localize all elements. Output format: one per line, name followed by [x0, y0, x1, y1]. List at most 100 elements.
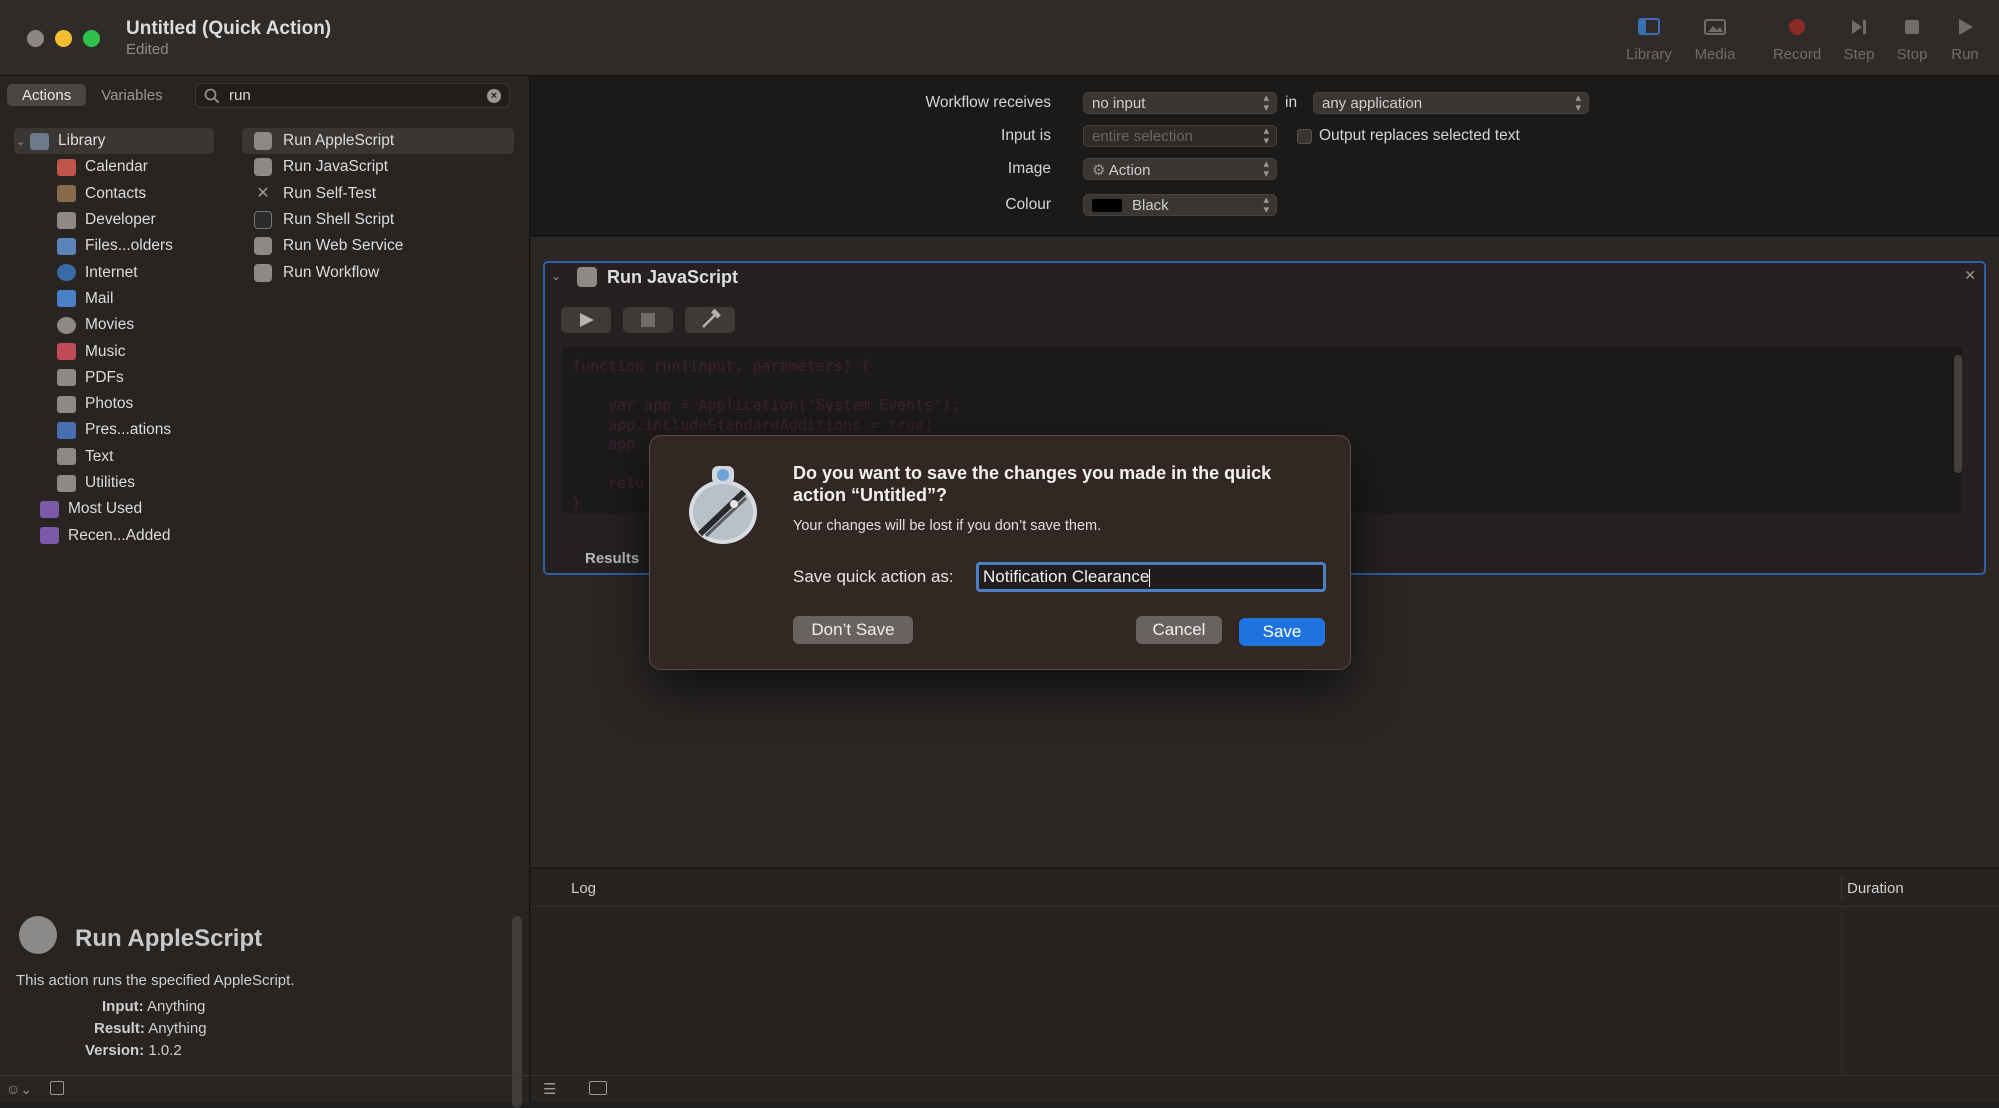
- folder-icon: [40, 500, 59, 518]
- compile-script-button[interactable]: [685, 307, 735, 333]
- minimize-window-button[interactable]: [55, 30, 72, 47]
- chevron-updown-icon: ▴ ▾: [1263, 125, 1269, 147]
- sidebar-item-contacts[interactable]: Contacts: [14, 181, 214, 207]
- dont-save-button[interactable]: Don’t Save: [793, 616, 913, 644]
- sidebar-item-internet[interactable]: Internet: [14, 259, 214, 285]
- info-result-row: Result: Anything: [94, 1020, 207, 1037]
- action-run-web-service[interactable]: Run Web Service: [242, 233, 514, 259]
- save-changes-dialog: Do you want to save the changes you made…: [649, 435, 1351, 670]
- left-bottom-bar: ☺⌄: [0, 1075, 530, 1102]
- chevron-down-icon[interactable]: ⌄: [551, 269, 561, 283]
- sidebar-item-most-used[interactable]: Most Used: [14, 496, 214, 522]
- action-list: Run AppleScript Run JavaScript ✕ Run Self…: [242, 128, 514, 286]
- results-disclosure[interactable]: Results: [585, 550, 639, 567]
- zoom-window-button[interactable]: [83, 30, 100, 47]
- action-title: Run JavaScript: [607, 267, 739, 287]
- close-icon[interactable]: ✕: [1964, 267, 1976, 284]
- info-version-row: Version: 1.0.2: [85, 1042, 182, 1059]
- action-run-workflow[interactable]: Run Workflow: [242, 259, 514, 285]
- stop-icon: [1891, 16, 1933, 40]
- chevron-down-icon[interactable]: ⌄: [16, 135, 30, 148]
- action-run-self-test[interactable]: ✕ Run Self-Test: [242, 181, 514, 207]
- quick-action-name-field[interactable]: Notification Clearance: [976, 562, 1326, 592]
- action-run-shell-script[interactable]: Run Shell Script: [242, 207, 514, 233]
- tab-actions[interactable]: Actions: [7, 84, 87, 106]
- colour-popup[interactable]: Black ▴ ▾: [1083, 194, 1277, 216]
- folder-icon: [40, 527, 59, 545]
- globe-icon: [57, 264, 76, 282]
- tab-variables[interactable]: Variables: [86, 84, 177, 106]
- output-replaces-checkbox[interactable]: [1297, 129, 1312, 144]
- colour-label: Colour: [1005, 196, 1051, 213]
- duration-column-header[interactable]: Duration: [1847, 880, 1904, 897]
- list-view-icon[interactable]: ☰: [543, 1080, 556, 1098]
- step-toolbar-button[interactable]: Step: [1838, 16, 1880, 63]
- chevron-updown-icon: ▴ ▾: [1263, 158, 1269, 180]
- script-icon: [577, 267, 597, 287]
- log-panel: Log Duration: [531, 868, 1999, 1076]
- search-icon: [204, 88, 220, 109]
- log-column-header[interactable]: Log: [571, 880, 596, 897]
- sidebar-item-calendar[interactable]: Calendar: [14, 154, 214, 180]
- photos-icon: [57, 395, 76, 413]
- cancel-button[interactable]: Cancel: [1136, 616, 1222, 644]
- dialog-message: Your changes will be lost if you don’t s…: [793, 518, 1102, 534]
- split-view-icon[interactable]: [589, 1081, 607, 1095]
- description-toggle-icon[interactable]: [50, 1081, 64, 1095]
- clear-search-icon[interactable]: ×: [487, 89, 501, 103]
- chevron-updown-icon: ▴ ▾: [1575, 92, 1581, 114]
- play-icon: [580, 313, 594, 327]
- library-pane: Actions Variables run × ⌄ Library Calend…: [0, 76, 530, 1108]
- mail-icon: [57, 290, 76, 308]
- application-popup[interactable]: any application ▴ ▾: [1313, 92, 1589, 114]
- media-toolbar-button[interactable]: Media: [1690, 16, 1740, 63]
- sidebar-item-pdfs[interactable]: PDFs: [14, 365, 214, 391]
- utilities-icon: [57, 474, 76, 492]
- developer-icon: [57, 211, 76, 229]
- run-script-button[interactable]: [561, 307, 611, 333]
- column-divider: [1841, 907, 1842, 1076]
- presentation-icon: [57, 421, 76, 439]
- run-toolbar-button[interactable]: Run: [1946, 16, 1984, 63]
- output-replaces-label: Output replaces selected text: [1319, 127, 1520, 144]
- save-button[interactable]: Save: [1239, 618, 1325, 646]
- info-description: This action runs the specified AppleScri…: [16, 972, 295, 989]
- sidebar-item-developer[interactable]: Developer: [14, 207, 214, 233]
- script-icon: [254, 158, 272, 177]
- library-toolbar-button[interactable]: Library: [1622, 16, 1676, 63]
- action-run-javascript[interactable]: Run JavaScript: [242, 154, 514, 180]
- sidebar-item-mail[interactable]: Mail: [14, 286, 214, 312]
- record-icon: [1768, 16, 1826, 40]
- sidebar-item-utilities[interactable]: Utilities: [14, 470, 214, 496]
- action-menu-icon[interactable]: ☺⌄: [6, 1081, 32, 1098]
- column-divider: [1841, 877, 1842, 899]
- action-run-applescript[interactable]: Run AppleScript: [242, 128, 514, 155]
- sidebar-item-text[interactable]: Text: [14, 444, 214, 470]
- script-icon: [254, 237, 272, 256]
- sidebar-item-recently-added[interactable]: Recen...Added: [14, 522, 214, 548]
- image-popup[interactable]: ⚙ Action ▴ ▾: [1083, 158, 1277, 180]
- text-icon: [57, 448, 76, 466]
- close-window-button[interactable]: [27, 30, 44, 47]
- automator-robot-icon: [684, 464, 762, 546]
- record-toolbar-button[interactable]: Record: [1768, 16, 1826, 63]
- search-value: run: [229, 87, 251, 104]
- script-icon: [254, 132, 272, 151]
- sidebar-item-music[interactable]: Music: [14, 338, 214, 364]
- sidebar-item-movies[interactable]: Movies: [14, 312, 214, 338]
- chevron-updown-icon: ▴ ▾: [1263, 92, 1269, 114]
- sidebar-item-photos[interactable]: Photos: [14, 391, 214, 417]
- terminal-icon: [254, 211, 272, 230]
- contacts-icon: [57, 185, 76, 203]
- sidebar-item-presentations[interactable]: Pres...ations: [14, 417, 214, 443]
- search-input[interactable]: run ×: [195, 83, 510, 108]
- sidebar-item-library[interactable]: ⌄ Library: [14, 128, 214, 155]
- movies-icon: [57, 316, 76, 334]
- editor-scrollbar[interactable]: [1954, 355, 1962, 473]
- workflow-receives-popup[interactable]: no input ▴ ▾: [1083, 92, 1277, 114]
- stop-script-button[interactable]: [623, 307, 673, 333]
- sidebar-item-files-folders[interactable]: Files...olders: [14, 233, 214, 259]
- stop-icon: [641, 313, 655, 327]
- workflow-settings: Workflow receives no input ▴ ▾ in any appl…: [531, 76, 1999, 236]
- stop-toolbar-button[interactable]: Stop: [1891, 16, 1933, 63]
